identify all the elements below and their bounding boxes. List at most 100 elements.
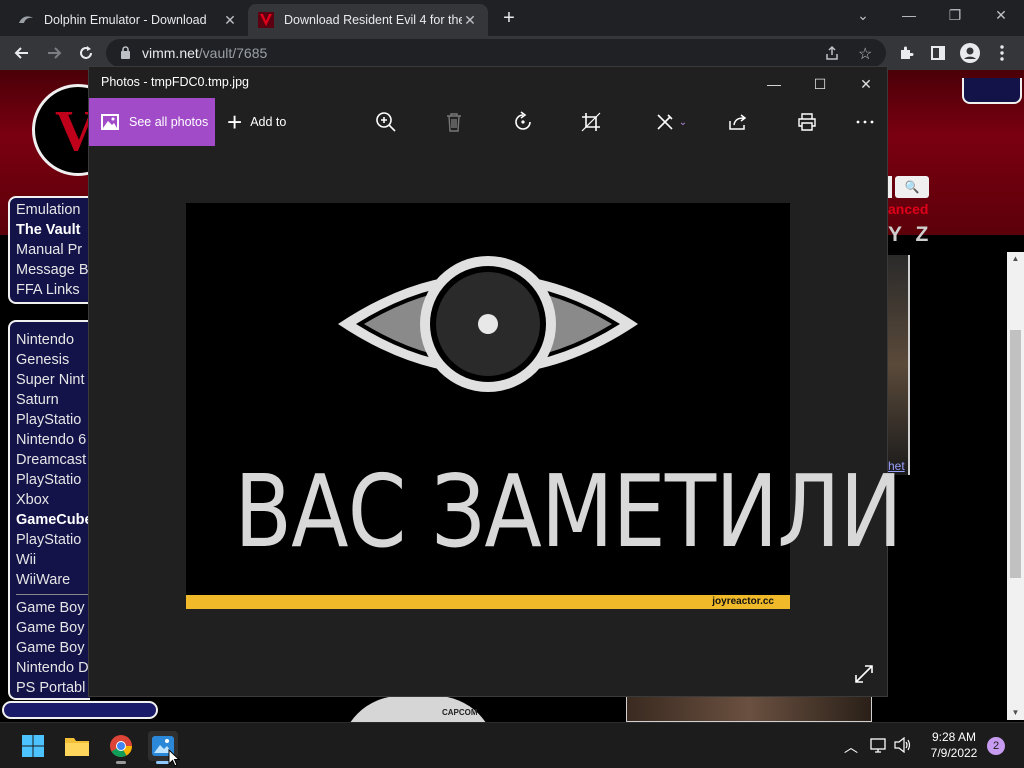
sidebar-item-the-vault[interactable]: The Vault bbox=[10, 220, 90, 240]
print-icon[interactable] bbox=[795, 110, 819, 134]
share-icon[interactable] bbox=[824, 45, 840, 66]
close-tab-icon[interactable]: ✕ bbox=[462, 12, 478, 29]
back-button[interactable] bbox=[10, 41, 34, 65]
search-input[interactable] bbox=[888, 176, 892, 198]
alphabet-letters[interactable]: Y Z bbox=[888, 223, 932, 247]
see-all-photos-button[interactable]: See all photos bbox=[89, 98, 215, 146]
tab-resident-evil[interactable]: Download Resident Evil 4 for the ✕ bbox=[248, 4, 488, 36]
sidebar-item-game-boy-color[interactable]: Game Boy bbox=[10, 618, 90, 638]
sidebar-item-nintendo-ds[interactable]: Nintendo D bbox=[10, 658, 90, 678]
magnifier-icon: 🔍 bbox=[904, 180, 920, 194]
scroll-down-icon[interactable]: ▼ bbox=[1007, 706, 1024, 720]
scroll-up-icon[interactable]: ▲ bbox=[1007, 252, 1024, 266]
page-scrollbar[interactable]: ▲ ▼ bbox=[1007, 252, 1024, 720]
sidebar-item-wii[interactable]: Wii bbox=[10, 550, 90, 570]
box-art-thumbnail[interactable]: het bbox=[888, 255, 910, 475]
close-window-button[interactable]: ✕ bbox=[978, 0, 1024, 30]
minimize-window-button[interactable]: — bbox=[886, 0, 932, 30]
add-to-button[interactable]: + Add to bbox=[227, 98, 286, 146]
url-text: vimm.net/vault/7685 bbox=[142, 45, 267, 61]
show-hidden-icons-chevron-icon[interactable]: ︿ bbox=[844, 737, 858, 757]
fullscreen-expand-icon[interactable] bbox=[853, 663, 877, 687]
tab-search-chevron-icon[interactable]: ⌄ bbox=[840, 0, 886, 30]
sidebar-item-xbox[interactable]: Xbox bbox=[10, 490, 90, 510]
photo-watermark: joyreactor.cc bbox=[712, 596, 774, 607]
network-icon[interactable] bbox=[870, 737, 888, 756]
scrollbar-thumb[interactable] bbox=[1010, 330, 1021, 578]
photos-maximize-button[interactable]: ☐ bbox=[797, 69, 843, 99]
sidebar-item-message-board[interactable]: Message B bbox=[10, 260, 90, 280]
sidebar-item-saturn[interactable]: Saturn bbox=[10, 390, 90, 410]
rotate-icon[interactable] bbox=[511, 110, 535, 134]
sidebar-divider bbox=[16, 594, 90, 595]
photo-caption-text: ВАС ЗАМЕТИЛИ bbox=[234, 453, 902, 570]
chrome-icon[interactable] bbox=[106, 731, 136, 764]
running-indicator bbox=[116, 761, 126, 764]
delete-trash-icon[interactable] bbox=[442, 110, 466, 134]
sidebar-item-ffa-links[interactable]: FFA Links bbox=[10, 280, 90, 300]
sidebar-item-playstation[interactable]: PlayStatio bbox=[10, 410, 90, 430]
close-tab-icon[interactable]: ✕ bbox=[222, 12, 238, 29]
sidebar-item-genesis[interactable]: Genesis bbox=[10, 350, 90, 370]
browser-toolbar: vimm.net/vault/7685 ☆ bbox=[0, 36, 1024, 70]
volume-icon[interactable] bbox=[894, 736, 912, 756]
crop-icon[interactable] bbox=[579, 110, 603, 134]
photos-minimize-button[interactable]: — bbox=[751, 69, 797, 99]
file-explorer-icon[interactable] bbox=[62, 731, 92, 761]
photo-gallery-icon bbox=[101, 114, 119, 130]
search-button[interactable]: 🔍 bbox=[895, 176, 929, 198]
chrome-menu-icon[interactable] bbox=[990, 41, 1014, 65]
side-panel-icon[interactable] bbox=[926, 41, 950, 65]
bookmark-star-icon[interactable]: ☆ bbox=[858, 44, 872, 64]
sidebar-item-manual-project[interactable]: Manual Pr bbox=[10, 240, 90, 260]
address-bar[interactable]: vimm.net/vault/7685 ☆ bbox=[106, 39, 886, 67]
notification-badge[interactable]: 2 bbox=[987, 737, 1005, 755]
add-to-label: Add to bbox=[250, 115, 287, 129]
zoom-in-icon[interactable] bbox=[374, 110, 398, 134]
extensions-icon[interactable] bbox=[894, 41, 918, 65]
back-arrow-icon bbox=[14, 47, 28, 59]
chevron-down-icon: ⌄ bbox=[678, 116, 688, 128]
game-disc-image: CAPCOM bbox=[340, 696, 496, 722]
displayed-photo[interactable]: ВАС ЗАМЕТИЛИ joyreactor.cc bbox=[186, 203, 903, 609]
sidebar-item-emulation[interactable]: Emulation bbox=[10, 200, 90, 220]
disc-label: CAPCOM bbox=[442, 708, 478, 717]
windows-taskbar: ︿ 9:28 AM 7/9/2022 2 bbox=[0, 722, 1024, 768]
tab-dolphin-emulator[interactable]: Dolphin Emulator - Download ✕ bbox=[8, 4, 248, 36]
system-clock[interactable]: 9:28 AM 7/9/2022 bbox=[920, 729, 988, 761]
clock-time: 9:28 AM bbox=[931, 730, 977, 744]
share-icon[interactable] bbox=[726, 110, 750, 134]
profile-avatar-icon[interactable] bbox=[958, 41, 982, 65]
new-tab-button[interactable]: + bbox=[498, 7, 520, 29]
sidebar-item-game-boy[interactable]: Game Boy bbox=[10, 598, 90, 618]
sidebar-item-playstation-3[interactable]: PlayStatio bbox=[10, 530, 90, 550]
url-domain: vimm.net bbox=[142, 45, 199, 61]
more-options-icon[interactable] bbox=[853, 110, 877, 134]
sidebar-nav-systems: Nintendo Genesis Super Nint Saturn PlayS… bbox=[8, 320, 90, 700]
tab-title: Dolphin Emulator - Download bbox=[44, 13, 207, 27]
sidebar-item-nintendo-64[interactable]: Nintendo 6 bbox=[10, 430, 90, 450]
edit-draw-icon[interactable]: ⌄ bbox=[651, 110, 691, 134]
sidebar-item-super-nintendo[interactable]: Super Nint bbox=[10, 370, 90, 390]
photo-watermark-bar: joyreactor.cc bbox=[186, 595, 790, 609]
sidebar-bottom-decoration bbox=[2, 701, 158, 719]
see-all-photos-label: See all photos bbox=[129, 115, 209, 129]
url-path: /vault/7685 bbox=[198, 45, 268, 61]
sidebar-item-wiiware[interactable]: WiiWare bbox=[10, 570, 90, 590]
sidebar-item-playstation-2[interactable]: PlayStatio bbox=[10, 470, 90, 490]
sidebar-item-game-boy-advance[interactable]: Game Boy bbox=[10, 638, 90, 658]
vimm-icon bbox=[258, 12, 274, 28]
forward-button[interactable] bbox=[42, 41, 66, 65]
forward-arrow-icon bbox=[48, 47, 62, 59]
plus-icon: + bbox=[227, 107, 243, 137]
lock-icon[interactable] bbox=[120, 46, 131, 64]
sidebar-item-gamecube[interactable]: GameCube bbox=[10, 510, 90, 530]
photos-close-button[interactable]: ✕ bbox=[843, 69, 889, 99]
sidebar-item-nintendo[interactable]: Nintendo bbox=[10, 330, 90, 350]
advanced-search-link[interactable]: anced bbox=[888, 201, 928, 217]
windows-start-icon[interactable] bbox=[18, 731, 48, 761]
restore-window-button[interactable]: ❐ bbox=[932, 0, 978, 30]
sidebar-item-dreamcast[interactable]: Dreamcast bbox=[10, 450, 90, 470]
reload-button[interactable] bbox=[74, 41, 98, 65]
sidebar-item-ps-portable[interactable]: PS Portabl bbox=[10, 678, 90, 698]
